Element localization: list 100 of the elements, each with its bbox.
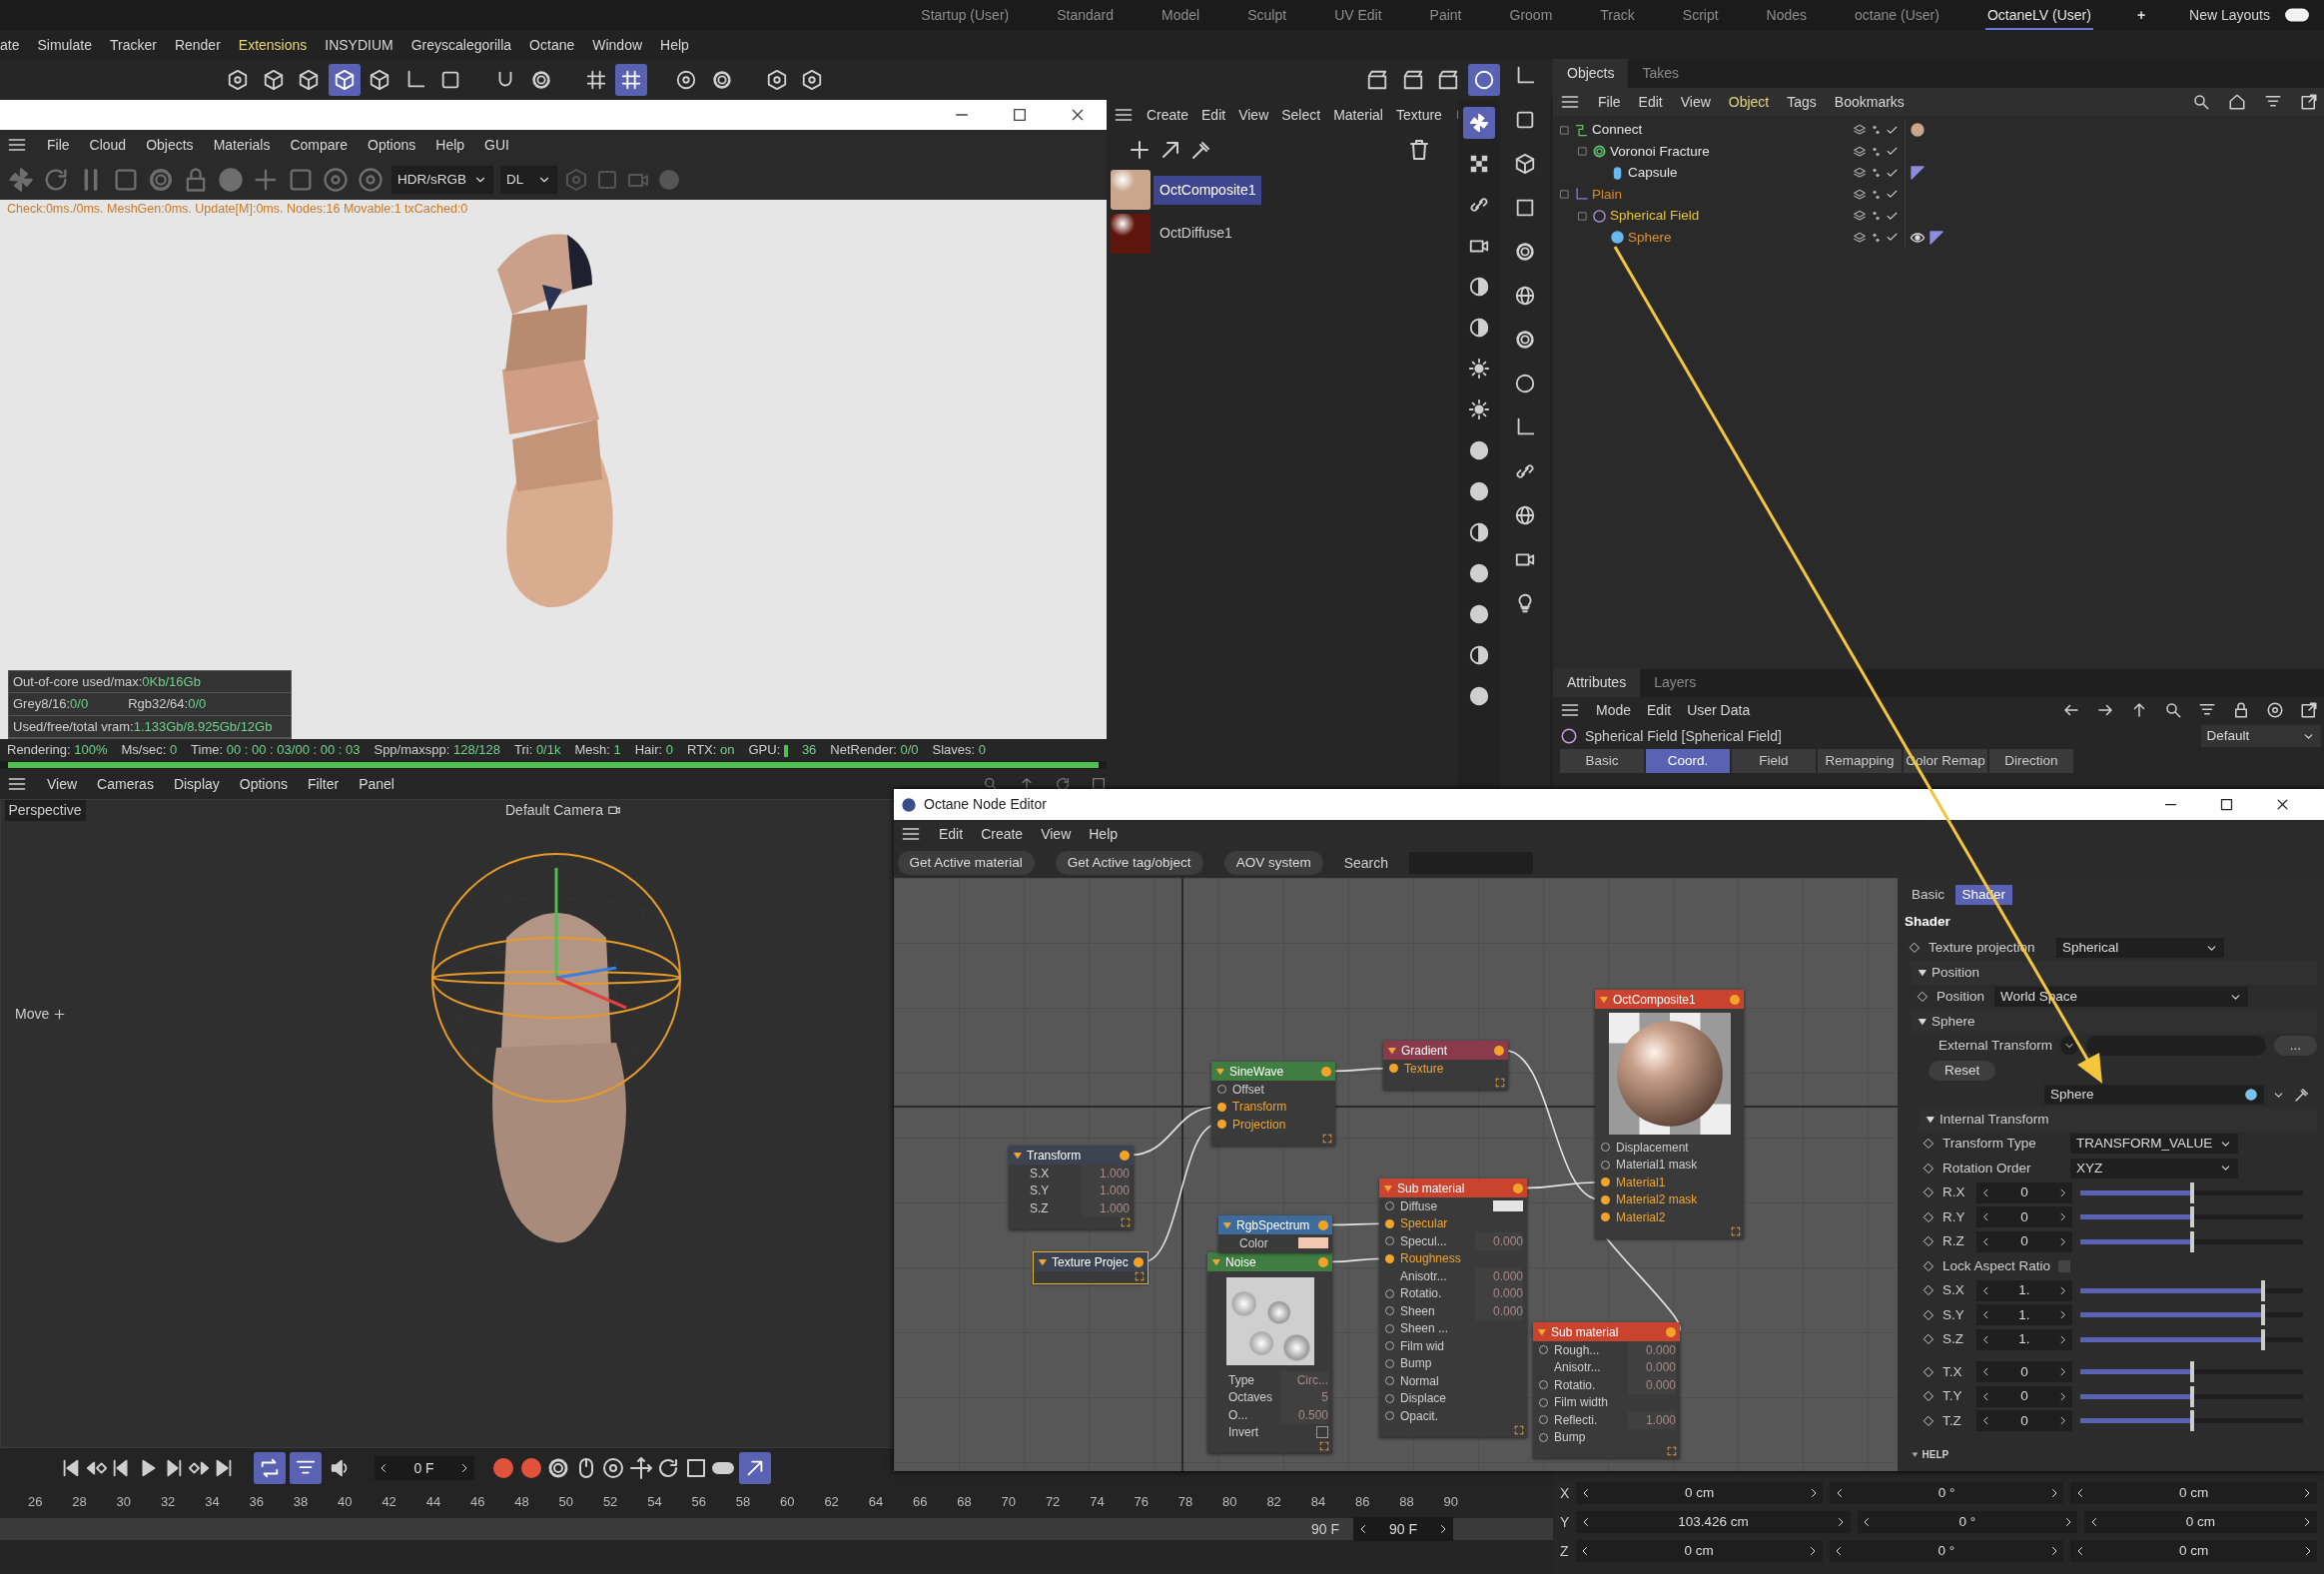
menu-item[interactable]: Help — [1089, 823, 1119, 845]
menu-item[interactable]: Create — [1147, 104, 1189, 126]
menu-item[interactable]: Create — [981, 823, 1024, 845]
material-name[interactable]: OctComposite1 — [1154, 175, 1262, 205]
panel-tab[interactable]: Layers — [1640, 668, 1711, 697]
node-card[interactable]: RgbSpectrum Color — [1218, 1215, 1332, 1252]
layout-tab[interactable]: octane (User) — [1853, 0, 1941, 30]
group-label[interactable]: Position — [1932, 962, 1980, 983]
group-label[interactable]: Sphere — [1932, 1011, 1975, 1032]
node-card[interactable]: Sub material Rough... 0.000 Anisotr... 0.000 Rotatio. 0.000 Film width Reflecti. 1.000 Bump — [1533, 1322, 1680, 1458]
help-label[interactable]: HELP — [1922, 1447, 1949, 1462]
coordinate-field[interactable]: 0 ° — [1857, 1511, 2077, 1533]
node-card[interactable]: Noise Type Circ... Octaves 5 O... 0.500 Invert — [1207, 1252, 1332, 1453]
color-space-dropdown[interactable]: HDR/sRGB — [391, 166, 493, 194]
menu-item[interactable]: View — [1680, 91, 1711, 113]
node-header[interactable]: Texture Projec — [1034, 1252, 1148, 1271]
menu-item[interactable]: File — [47, 134, 70, 156]
section-tab[interactable]: Field — [1732, 749, 1816, 773]
number-field[interactable]: 0 — [1976, 1230, 2072, 1252]
number-field[interactable]: 1. — [1976, 1304, 2072, 1326]
material-name[interactable]: OctDiffuse1 — [1154, 219, 1238, 248]
menu-item[interactable]: Objects — [146, 134, 194, 156]
menu-item[interactable]: Window — [592, 34, 643, 56]
menu-item[interactable]: Material — [1333, 104, 1383, 126]
dropdown[interactable]: XYZ — [2070, 1158, 2238, 1179]
node-header[interactable]: Transform — [1009, 1146, 1134, 1165]
coordinate-field[interactable]: 0 cm — [2070, 1482, 2317, 1504]
frame-field[interactable]: 0 F — [374, 1456, 474, 1480]
menu-item[interactable]: Edit — [939, 823, 964, 845]
node-header[interactable]: RgbSpectrum — [1218, 1215, 1332, 1234]
menu-item[interactable]: INSYDIUM — [325, 34, 393, 56]
menu-item[interactable]: Tags — [1787, 91, 1817, 113]
layout-tab[interactable]: Paint — [1427, 0, 1464, 30]
coordinate-field[interactable]: 0 cm — [1575, 1540, 1823, 1562]
layout-tab[interactable]: Track — [1598, 0, 1637, 30]
menu-item[interactable]: Help — [660, 34, 689, 56]
more-button[interactable]: ... — [2273, 1036, 2317, 1057]
coordinate-field[interactable]: 103.426 cm — [1576, 1511, 1851, 1533]
object-name[interactable]: Connect — [1592, 120, 1643, 141]
layout-tab[interactable]: Nodes — [1764, 0, 1810, 30]
menu-item[interactable]: Edit — [1647, 699, 1672, 721]
menu-item[interactable]: Greyscalegorilla — [410, 34, 512, 56]
toolbar-button[interactable]: Get Active tag/object — [1055, 850, 1203, 876]
add-layout-button[interactable]: + — [2136, 4, 2146, 26]
sidebar-tab[interactable]: Basic — [1905, 885, 1951, 906]
node-card[interactable]: Texture Projec — [1034, 1252, 1148, 1283]
panel-tab[interactable]: Objects — [1553, 59, 1629, 88]
number-field[interactable]: 0 — [1976, 1181, 2072, 1203]
menu-item[interactable]: Materials — [213, 134, 271, 156]
menu-item[interactable]: View — [47, 773, 78, 795]
node-card[interactable]: Transform S.X 1.000 S.Y 1.000 S.Z 1.000 — [1009, 1146, 1134, 1229]
menu-item[interactable]: Cameras — [97, 773, 154, 795]
menu-item[interactable]: ate — [0, 34, 20, 56]
object-link-field[interactable]: Sphere — [2044, 1085, 2264, 1106]
menu-item[interactable]: Edit — [1638, 91, 1663, 113]
menu-item[interactable]: View — [1041, 823, 1072, 845]
panel-tab[interactable]: Attributes — [1553, 668, 1641, 697]
layout-tab[interactable]: UV Edit — [1332, 0, 1384, 30]
node-card[interactable]: OctComposite1 Displacement Material1 mask Material1 Material2 mask Material2 — [1595, 990, 1744, 1238]
section-tab[interactable]: Coord. — [1646, 749, 1730, 773]
node-card[interactable]: Gradient Texture — [1383, 1041, 1508, 1090]
menu-item[interactable]: Texture — [1395, 104, 1442, 126]
menu-item[interactable]: Tracker — [109, 34, 157, 56]
menu-item[interactable]: Filter — [308, 773, 340, 795]
max-frame-field[interactable]: 90 F — [1353, 1517, 1453, 1541]
menu-item[interactable]: File — [1598, 91, 1621, 113]
menu-item[interactable]: Edit — [1201, 104, 1226, 126]
menu-item[interactable]: Octane — [529, 34, 575, 56]
toolbar-button[interactable]: AOV system — [1223, 850, 1323, 876]
layout-tab[interactable]: Script — [1680, 0, 1721, 30]
object-name[interactable]: Voronoi Fracture — [1610, 141, 1710, 162]
menu-item[interactable]: Cloud — [89, 134, 127, 156]
number-field[interactable]: 0 — [1976, 1385, 2072, 1407]
menu-item[interactable]: Display — [173, 773, 220, 795]
layout-tab[interactable]: Standard — [1055, 0, 1117, 30]
coordinate-field[interactable]: 0 cm — [1576, 1482, 1824, 1504]
menu-item[interactable]: Select — [1281, 104, 1321, 126]
toolbar-button[interactable]: Get Active material — [897, 850, 1035, 876]
number-field[interactable]: 1. — [1976, 1328, 2072, 1350]
object-name[interactable]: Capsule — [1628, 163, 1678, 184]
layout-tab[interactable]: Groom — [1507, 0, 1555, 30]
menu-item[interactable]: Mode — [1596, 699, 1632, 721]
menu-item[interactable]: Options — [368, 134, 416, 156]
number-field[interactable]: 0 — [1976, 1361, 2072, 1383]
object-name[interactable]: Spherical Field — [1610, 206, 1700, 227]
menu-item[interactable]: GUI — [484, 134, 509, 156]
node-card[interactable]: Sub material Diffuse Specular Specul... 0.000 Roughness Anisotr... 0.000 Rotatio. 0.000 Sheen 0.000 Sheen ... Film wid Bump Normal Displace Opacit. — [1379, 1179, 1527, 1437]
section-tab[interactable]: Basic — [1560, 749, 1644, 773]
preset-dropdown[interactable]: Default — [2200, 725, 2321, 747]
number-field[interactable]: 0 — [1976, 1410, 2072, 1432]
menu-item[interactable]: Options — [239, 773, 289, 795]
coordinate-field[interactable]: 0 cm — [2084, 1511, 2317, 1533]
menu-item[interactable]: Object — [1728, 91, 1770, 113]
render-mode-dropdown[interactable]: DL — [500, 166, 558, 194]
coordinate-field[interactable]: 0 ° — [1829, 1540, 2063, 1562]
layout-tab[interactable]: Sculpt — [1245, 0, 1289, 30]
object-name[interactable]: Plain — [1592, 184, 1623, 205]
dropdown[interactable]: TRANSFORM_VALUE — [2070, 1134, 2238, 1155]
menu-item[interactable]: Help — [435, 134, 465, 156]
menu-item[interactable]: Bookmarks — [1834, 91, 1905, 113]
